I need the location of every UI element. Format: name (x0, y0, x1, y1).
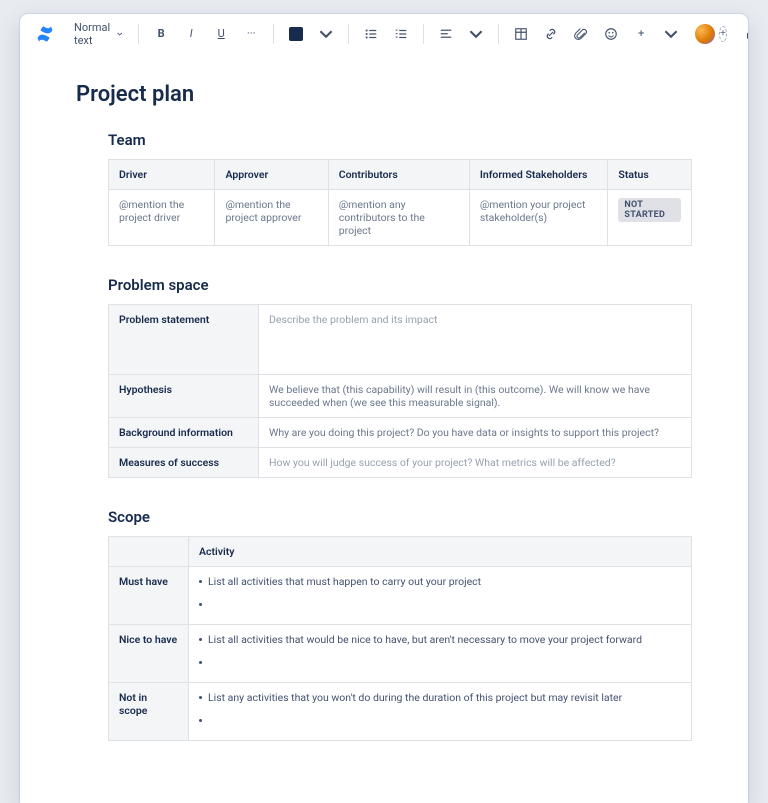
list-item: List any activities that you won't do du… (208, 691, 622, 704)
cell-nice-to-have[interactable]: List all activities that would be nice t… (189, 625, 692, 683)
row-problem-statement[interactable]: Problem statement (109, 305, 259, 375)
bullet-list-icon (364, 27, 378, 41)
confluence-logo-icon (36, 25, 54, 43)
col-activity[interactable]: Activity (189, 537, 692, 567)
insert-button[interactable]: + (629, 22, 653, 46)
col-driver[interactable]: Driver (109, 160, 215, 190)
row-hypothesis[interactable]: Hypothesis (109, 375, 259, 418)
cell-must-have[interactable]: List all activities that must happen to … (189, 567, 692, 625)
table-row: Background information Why are you doing… (109, 418, 692, 448)
bullet-icon (199, 696, 202, 699)
separator (273, 24, 274, 44)
align-dropdown[interactable] (464, 22, 488, 46)
lock-icon (744, 27, 748, 41)
scope-table[interactable]: Activity Must have List all activities t… (108, 536, 692, 741)
more-formatting-button[interactable]: ··· (239, 22, 263, 46)
separator (348, 24, 349, 44)
row-measures[interactable]: Measures of success (109, 448, 259, 478)
table-row: Nice to have List all activities that wo… (109, 625, 692, 683)
numbered-list-button[interactable] (389, 22, 413, 46)
underline-button[interactable]: U (209, 22, 233, 46)
problem-table[interactable]: Problem statement Describe the problem a… (108, 304, 692, 478)
insert-dropdown[interactable] (659, 22, 683, 46)
bullet-icon (199, 580, 202, 583)
page-title[interactable]: Project plan (76, 82, 692, 107)
table-row: Must have List all activities that must … (109, 567, 692, 625)
chevron-down-icon (117, 30, 122, 38)
table-row: @mention the project driver @mention the… (109, 190, 692, 246)
bold-button[interactable]: B (149, 22, 173, 46)
separator (498, 24, 499, 44)
col-approver[interactable]: Approver (215, 160, 328, 190)
editor-toolbar: Normal text B I U ··· (20, 14, 748, 54)
align-left-icon (439, 27, 453, 41)
list-item: List all activities that would be nice t… (208, 633, 642, 646)
section-scope: Scope Activity Must have List all activi… (108, 508, 692, 741)
col-contributors[interactable]: Contributors (328, 160, 469, 190)
cell-driver[interactable]: @mention the project driver (109, 190, 215, 246)
bullet-icon (199, 661, 202, 664)
row-must-have[interactable]: Must have (109, 567, 189, 625)
table-row: Hypothesis We believe that (this capabil… (109, 375, 692, 418)
user-avatar[interactable] (695, 24, 715, 44)
separator (138, 24, 139, 44)
team-heading[interactable]: Team (108, 131, 692, 149)
bullet-list-button[interactable] (359, 22, 383, 46)
cell-informed[interactable]: @mention your project stakeholder(s) (469, 190, 608, 246)
emoji-button[interactable] (599, 22, 623, 46)
scope-heading[interactable]: Scope (108, 508, 692, 526)
link-button[interactable] (539, 22, 563, 46)
cell-problem-statement[interactable]: Describe the problem and its impact (259, 305, 692, 375)
text-style-dropdown[interactable]: Normal text (68, 22, 128, 46)
add-collaborator-button[interactable]: + (719, 26, 727, 42)
table-header-row: Activity (109, 537, 692, 567)
link-icon (544, 27, 558, 41)
table-row: Measures of success How you will judge s… (109, 448, 692, 478)
list-item: List all activities that must happen to … (208, 575, 481, 588)
col-status[interactable]: Status (608, 160, 692, 190)
row-background[interactable]: Background information (109, 418, 259, 448)
table-header-row: Driver Approver Contributors Informed St… (109, 160, 692, 190)
row-not-in-scope[interactable]: Not in scope (109, 683, 189, 741)
bullet-icon (199, 603, 202, 606)
table-button[interactable] (509, 22, 533, 46)
section-team: Team Driver Approver Contributors Inform… (108, 131, 692, 246)
italic-button[interactable]: I (179, 22, 203, 46)
numbered-list-icon (394, 27, 408, 41)
col-informed[interactable]: Informed Stakeholders (469, 160, 608, 190)
problem-heading[interactable]: Problem space (108, 276, 692, 294)
text-color-button[interactable] (284, 22, 308, 46)
emoji-icon (604, 27, 618, 41)
section-problem-space: Problem space Problem statement Describe… (108, 276, 692, 478)
separator (423, 24, 424, 44)
document-body[interactable]: Project plan Team Driver Approver Contri… (20, 54, 748, 803)
cell-not-in-scope[interactable]: List any activities that you won't do du… (189, 683, 692, 741)
status-badge[interactable]: NOT STARTED (618, 198, 681, 222)
table-row: Problem statement Describe the problem a… (109, 305, 692, 375)
align-button[interactable] (434, 22, 458, 46)
restrictions-button[interactable] (739, 22, 748, 46)
team-table[interactable]: Driver Approver Contributors Informed St… (108, 159, 692, 246)
table-icon (514, 27, 528, 41)
cell-measures[interactable]: How you will judge success of your proje… (259, 448, 692, 478)
text-style-label: Normal text (74, 21, 113, 47)
cell-approver[interactable]: @mention the project approver (215, 190, 328, 246)
cell-contributors[interactable]: @mention any contributors to the project (328, 190, 469, 246)
paperclip-icon (574, 27, 588, 41)
bullet-icon (199, 719, 202, 722)
row-nice-to-have[interactable]: Nice to have (109, 625, 189, 683)
cell-hypothesis[interactable]: We believe that (this capability) will r… (259, 375, 692, 418)
editor-window: Normal text B I U ··· (20, 14, 748, 803)
text-color-dropdown[interactable] (314, 22, 338, 46)
attachment-button[interactable] (569, 22, 593, 46)
cell-status[interactable]: NOT STARTED (608, 190, 692, 246)
corner-cell[interactable] (109, 537, 189, 567)
bullet-icon (199, 638, 202, 641)
table-row: Not in scope List any activities that yo… (109, 683, 692, 741)
cell-background[interactable]: Why are you doing this project? Do you h… (259, 418, 692, 448)
